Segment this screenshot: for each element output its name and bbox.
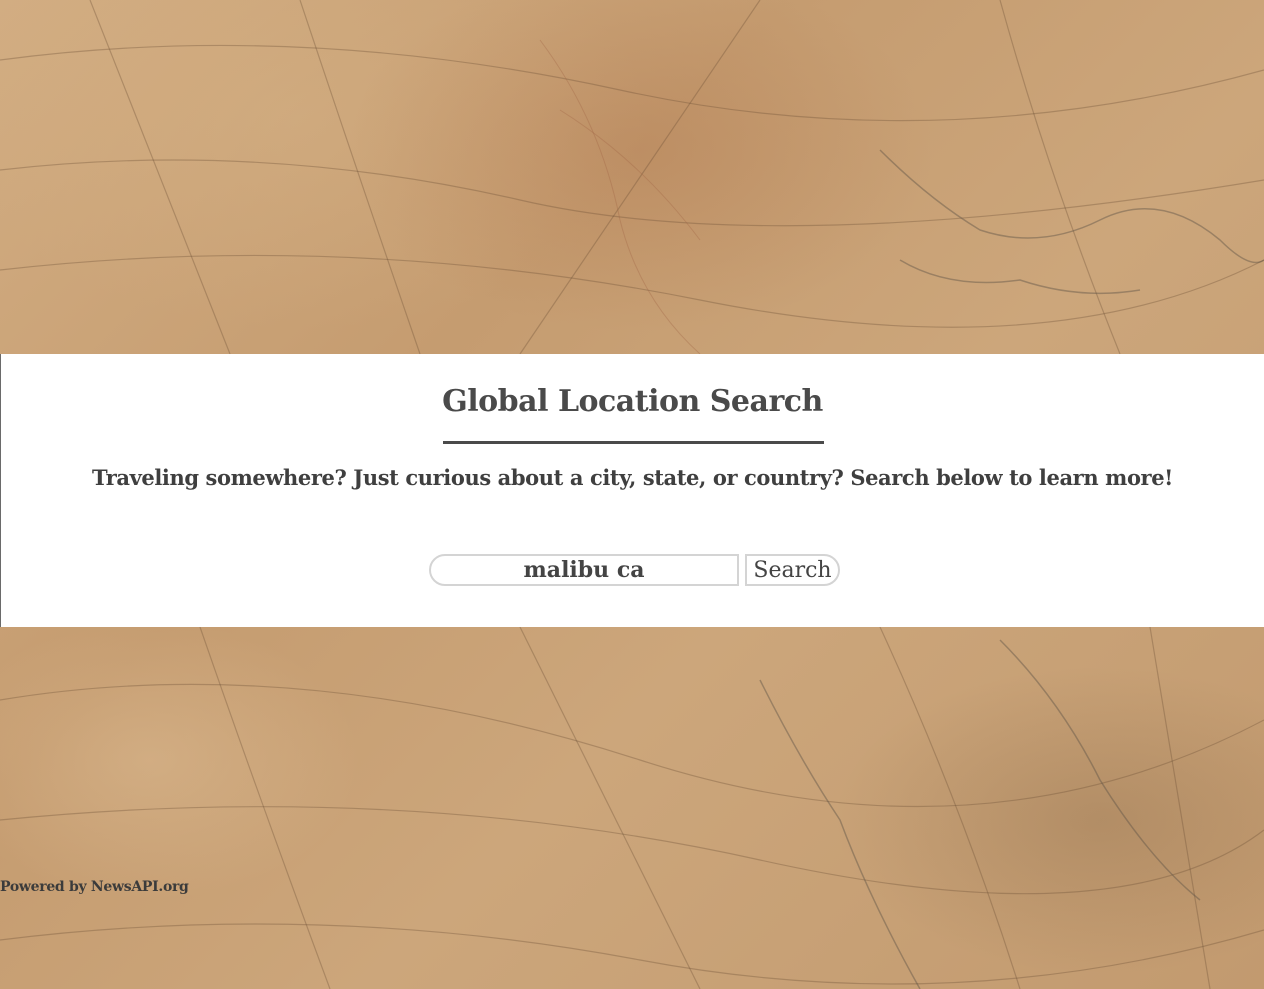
search-input[interactable] [429,554,739,586]
page-subtitle: Traveling somewhere? Just curious about … [92,465,1173,490]
search-panel: Global Location Search Traveling somewhe… [1,354,1264,627]
title-divider [443,441,824,444]
page-title: Global Location Search [442,384,823,419]
search-button[interactable]: Search [745,554,840,586]
powered-by-credit: Powered by NewsAPI.org [0,879,189,895]
